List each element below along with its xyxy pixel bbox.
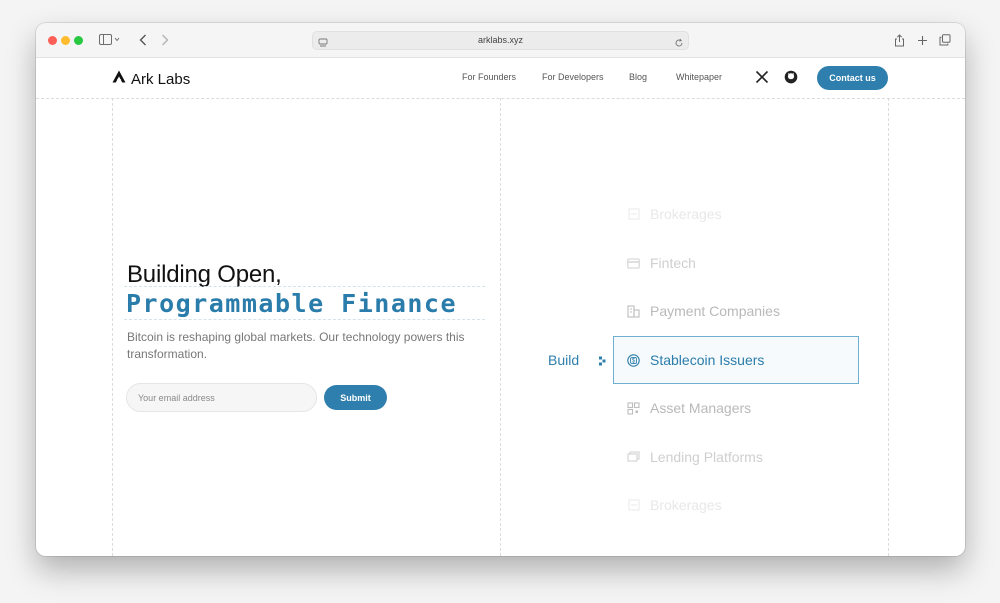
new-tab-icon[interactable] [915, 31, 929, 49]
carousel-item-label: Brokerages [650, 206, 722, 222]
web-page: Ark Labs For Founders For Developers Blo… [36, 58, 965, 556]
carousel-item-asset-managers[interactable]: Asset Managers [627, 396, 751, 420]
grid-icon [627, 401, 640, 415]
site-logo[interactable]: Ark Labs [112, 68, 190, 90]
grid-line-center [500, 98, 501, 556]
carousel-item-fintech[interactable]: Fintech [627, 251, 696, 275]
dollar-coin-icon: $ [627, 353, 640, 367]
carousel-item-label: Lending Platforms [650, 449, 763, 465]
minimize-window-button[interactable] [61, 36, 70, 45]
carousel-item-label: Asset Managers [650, 400, 752, 416]
connector-icon [598, 354, 607, 366]
carousel-item-label: Payment Companies [650, 303, 780, 319]
carousel-item-label: Brokerages [650, 497, 722, 513]
x-icon[interactable] [755, 70, 771, 86]
reload-icon[interactable] [674, 35, 684, 53]
contact-us-button[interactable]: Contact us [817, 66, 888, 90]
carousel-item-label: Fintech [650, 255, 696, 271]
hero-title: Building Open, [127, 261, 282, 288]
carousel-item-brokerages-top[interactable]: Brokerages [627, 202, 722, 226]
sidebar-toggle-icon[interactable] [96, 31, 124, 49]
brokerage-icon [627, 499, 640, 512]
github-icon[interactable] [784, 70, 800, 86]
logo-text: Ark Labs [131, 70, 191, 88]
close-window-button[interactable] [48, 36, 57, 45]
forward-icon[interactable] [158, 31, 172, 49]
submit-button[interactable]: Submit [324, 385, 387, 410]
ark-logo-icon [112, 70, 126, 88]
nav-for-developers[interactable]: For Developers [542, 72, 604, 82]
credit-card-icon [627, 257, 640, 270]
stack-icon [627, 451, 640, 464]
brokerage-icon [627, 208, 640, 221]
hero-subtitle: Bitcoin is reshaping global markets. Our… [127, 330, 465, 361]
build-label: Build [548, 352, 580, 368]
nav-blog[interactable]: Blog [629, 72, 647, 82]
nav-for-founders[interactable]: For Founders [462, 72, 516, 82]
email-input[interactable] [126, 383, 317, 412]
carousel-item-stablecoin-issuers[interactable]: $ Stablecoin Issuers [627, 348, 764, 372]
tab-overview-icon[interactable] [938, 31, 952, 49]
zoom-window-button[interactable] [74, 36, 83, 45]
browser-window: arklabs.xyz Ark Labs For Founders For De… [36, 23, 965, 556]
address-bar[interactable]: arklabs.xyz [312, 31, 689, 50]
carousel-item-lending-platforms[interactable]: Lending Platforms [627, 445, 763, 469]
nav-whitepaper[interactable]: Whitepaper [676, 72, 722, 82]
grid-line-left [112, 98, 113, 556]
hero-title-highlight: Programmable Finance [126, 289, 458, 318]
carousel-item-payment-companies[interactable]: Payment Companies [627, 299, 780, 323]
carousel-item-brokerages-bottom[interactable]: Brokerages [627, 493, 722, 517]
building-icon [627, 304, 640, 318]
browser-titlebar: arklabs.xyz [36, 23, 965, 58]
carousel-item-label: Stablecoin Issuers [650, 352, 765, 368]
hero-highlight-frame: Programmable Finance [124, 286, 485, 320]
back-icon[interactable] [136, 31, 150, 49]
url-text: arklabs.xyz [477, 35, 523, 45]
share-icon[interactable] [892, 31, 906, 49]
grid-line-right [888, 98, 889, 556]
